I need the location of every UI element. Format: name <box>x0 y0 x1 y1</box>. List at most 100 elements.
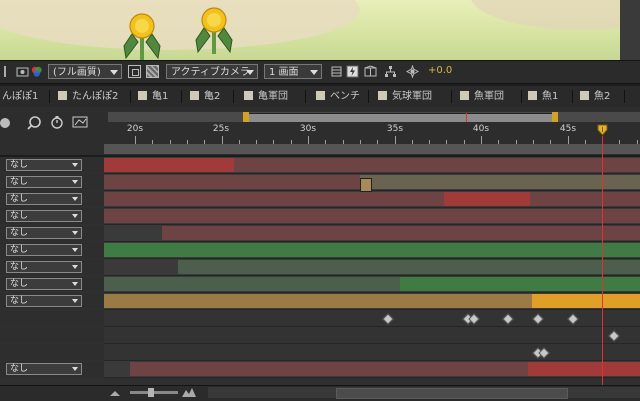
keyframe-icon[interactable] <box>532 313 544 325</box>
layer-track[interactable] <box>104 361 640 378</box>
tab-composition[interactable]: 亀軍団 <box>244 88 288 105</box>
layer-duration-bar[interactable] <box>532 294 640 308</box>
layer-duration-bar[interactable] <box>360 175 640 189</box>
zoom-in-icon[interactable] <box>182 387 196 397</box>
keyframe-icon[interactable] <box>567 313 579 325</box>
viewer-toolbar: (フル画質) アクティブカメラ 1 画面 +0.0 <box>0 60 640 84</box>
view-layout-dropdown[interactable]: 1 画面 <box>264 64 322 79</box>
parent-dropdown[interactable]: なし <box>6 159 82 171</box>
tab-composition[interactable]: 魚1 <box>528 88 558 105</box>
layer-header <box>0 344 104 360</box>
flowchart-icon[interactable] <box>384 65 397 78</box>
keyframe-icon[interactable] <box>382 313 394 325</box>
parent-dropdown[interactable]: なし <box>6 210 82 222</box>
resolution-dropdown[interactable]: (フル画質) <box>48 64 122 79</box>
composition-viewer[interactable] <box>0 0 640 60</box>
zoom-slider-knob[interactable] <box>148 388 154 397</box>
chevron-down-icon <box>72 248 78 252</box>
parent-dropdown[interactable]: なし <box>6 363 82 375</box>
parent-dropdown[interactable]: なし <box>6 295 82 307</box>
layer-duration-bar[interactable] <box>104 175 360 189</box>
layer-duration-bar[interactable] <box>104 209 448 223</box>
stopwatch-icon[interactable] <box>50 115 64 129</box>
tab-divider <box>181 90 182 103</box>
layer-track[interactable] <box>104 344 640 361</box>
composition-icon <box>378 91 387 100</box>
time-ruler[interactable]: 20s 25s 30s 35s 40s 45s <box>104 122 640 145</box>
layer-duration-bar[interactable] <box>400 277 640 291</box>
parent-label: なし <box>10 245 29 255</box>
roi-icon[interactable] <box>128 65 141 78</box>
parent-dropdown[interactable]: なし <box>6 244 82 256</box>
layer-track[interactable] <box>104 157 640 174</box>
layer-duration-bar[interactable] <box>444 192 530 206</box>
graph-editor-icon[interactable] <box>72 115 90 129</box>
parent-dropdown[interactable]: なし <box>6 278 82 290</box>
layer-duration-bar[interactable] <box>104 192 444 206</box>
layer-duration-bar[interactable] <box>130 362 528 376</box>
tab-label: ベンチ <box>330 91 360 102</box>
tab-composition[interactable]: 魚2 <box>580 88 610 105</box>
tab-composition[interactable]: ベンチ <box>316 88 360 105</box>
zoom-slider[interactable] <box>130 391 178 394</box>
motion-blur-icon[interactable] <box>0 117 12 129</box>
parent-dropdown[interactable]: なし <box>6 227 82 239</box>
layer-track[interactable] <box>104 208 640 225</box>
tab-composition[interactable]: んぽぽ1 <box>2 88 38 105</box>
parent-dropdown[interactable]: なし <box>6 176 82 188</box>
pixel-aspect-icon[interactable] <box>330 65 343 78</box>
zoom-out-icon[interactable] <box>110 390 120 396</box>
layer-track[interactable] <box>104 174 640 191</box>
layer-duration-bar[interactable] <box>528 362 640 376</box>
keyframe-icon[interactable] <box>608 330 620 342</box>
timeline-icon[interactable] <box>364 65 377 78</box>
parent-dropdown[interactable]: なし <box>6 193 82 205</box>
layer-track[interactable] <box>104 242 640 259</box>
camera-icon[interactable] <box>16 65 29 78</box>
layer-track[interactable] <box>104 259 640 276</box>
parent-dropdown[interactable]: なし <box>6 261 82 273</box>
tab-composition[interactable]: 亀2 <box>190 88 220 105</box>
layer-duration-bar[interactable] <box>104 243 640 257</box>
layer-track[interactable] <box>104 191 640 208</box>
layer-track[interactable] <box>104 276 640 293</box>
exposure-value[interactable]: +0.0 <box>428 65 452 76</box>
layer-track[interactable] <box>104 293 640 310</box>
search-icon[interactable] <box>26 115 42 131</box>
layer-duration-bar[interactable] <box>104 158 234 172</box>
color-channels-icon[interactable] <box>30 65 43 78</box>
transparency-grid-icon[interactable] <box>146 65 159 78</box>
timeline-hscroll-thumb[interactable] <box>336 388 568 399</box>
layer-duration-bar[interactable] <box>104 277 400 291</box>
tab-composition[interactable]: たんぽぽ2 <box>58 88 118 105</box>
layer-track[interactable] <box>104 225 640 242</box>
chevron-down-icon <box>310 70 318 75</box>
tab-divider <box>49 90 50 103</box>
tab-divider <box>572 90 573 103</box>
tab-composition[interactable]: 亀1 <box>138 88 168 105</box>
keyframe-icon[interactable] <box>502 313 514 325</box>
tab-composition[interactable]: 気球軍団 <box>378 88 432 105</box>
layer-duration-bar[interactable] <box>104 294 532 308</box>
exposure-icon[interactable] <box>406 65 419 78</box>
layer-track[interactable] <box>104 327 640 344</box>
layer-duration-bar[interactable] <box>178 260 640 274</box>
fast-preview-icon[interactable] <box>346 65 359 78</box>
layer-duration-bar[interactable] <box>162 226 640 240</box>
layer-duration-bar[interactable] <box>530 192 640 206</box>
layer-duration-bar[interactable] <box>234 158 640 172</box>
chevron-down-icon <box>72 265 78 269</box>
tab-composition[interactable]: 魚軍団 <box>460 88 504 105</box>
viewer-scrollbar[interactable] <box>620 0 640 60</box>
layer-duration-bar[interactable] <box>448 209 640 223</box>
timeline-scroll-band[interactable] <box>104 144 640 154</box>
parent-label: なし <box>10 194 29 204</box>
composition-icon <box>580 91 589 100</box>
layer-track[interactable] <box>104 310 640 327</box>
camera-dropdown[interactable]: アクティブカメラ <box>166 64 258 79</box>
layer-in-point-marker[interactable] <box>360 178 372 192</box>
tab-divider <box>451 90 452 103</box>
playhead-handle[interactable] <box>597 124 608 136</box>
composition-preview[interactable] <box>0 0 620 60</box>
region-icon[interactable] <box>4 66 10 77</box>
